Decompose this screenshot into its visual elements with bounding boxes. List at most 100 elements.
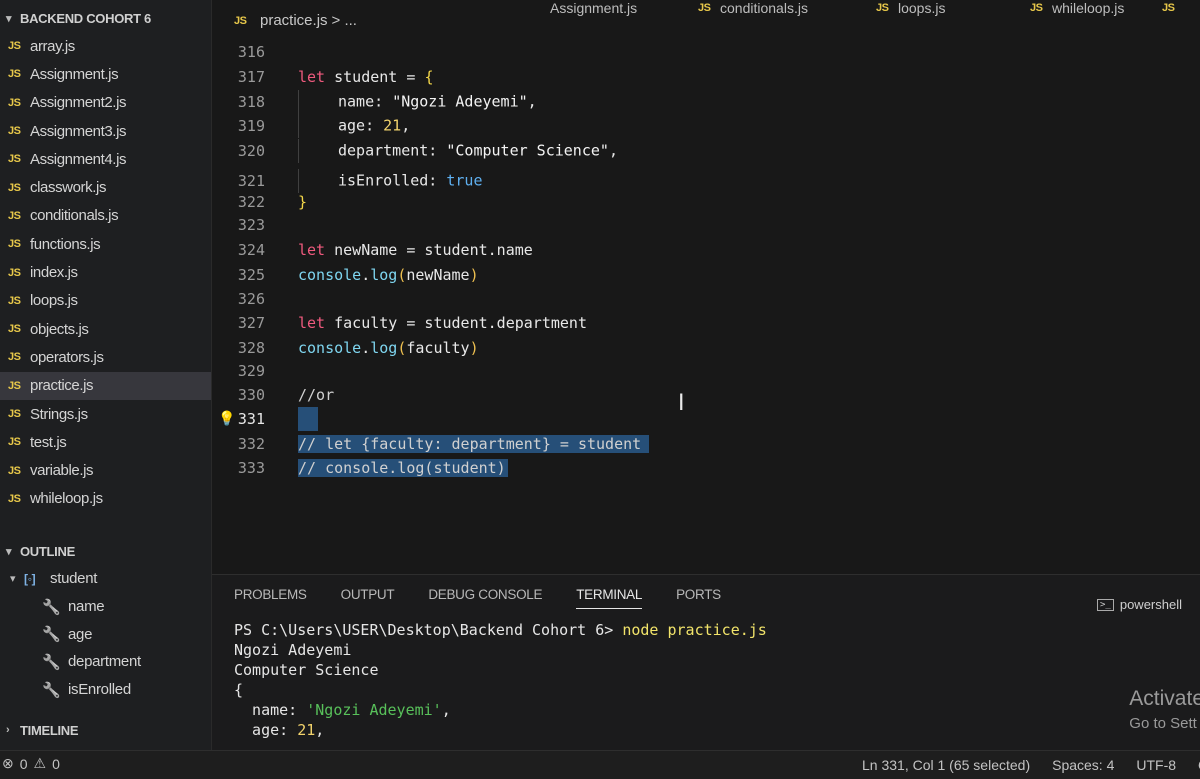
timeline-title: TIMELINE	[20, 722, 79, 738]
code-line: 327 let faculty = student.department	[212, 311, 1200, 335]
text-cursor-icon: I	[678, 391, 685, 416]
timeline-header[interactable]: › TIMELINE	[0, 716, 211, 744]
js-file-icon: JS	[8, 436, 21, 449]
line-number: 327	[237, 314, 265, 332]
outline-children: 🔧 name 🔧 age 🔧 department 🔧 isEnrolled	[0, 593, 211, 704]
file-label: test.js	[30, 433, 67, 451]
js-file-icon: JS	[1162, 2, 1175, 14]
code-text: name: "Ngozi Adeyemi",	[298, 90, 537, 114]
line-number: 316	[237, 43, 265, 61]
lightbulb-icon[interactable]: 💡	[218, 411, 235, 427]
editor-tab-bar: Assignment.js JS conditionals.js JS loop…	[212, 0, 1200, 36]
outline-header[interactable]: ▾ OUTLINE	[0, 537, 211, 565]
cursor-position[interactable]: Ln 331, Col 1 (65 selected)	[862, 757, 1030, 773]
line-number: 333	[237, 459, 265, 477]
file-item[interactable]: JS objects.js	[0, 315, 211, 343]
file-label: Strings.js	[30, 405, 88, 423]
file-label: practice.js	[30, 377, 94, 395]
indentation[interactable]: Spaces: 4	[1052, 757, 1114, 773]
terminal-line: PS C:\Users\USER\Desktop\Backend Cohort …	[234, 621, 767, 641]
file-item[interactable]: JS Strings.js	[0, 400, 211, 428]
outline-item[interactable]: 🔧 isEnrolled	[0, 676, 211, 704]
problems-indicator[interactable]: ⊗ 0 ⚠ 0	[2, 755, 60, 772]
terminal-prompt: PS C:\Users\USER\Desktop\Backend Cohort …	[234, 621, 623, 639]
shell-name: powershell	[1119, 597, 1182, 612]
file-item[interactable]: JS Assignment3.js	[0, 117, 211, 145]
tab-whileloop[interactable]: JS whileloop.js	[1030, 0, 1124, 16]
chevron-right-icon: ›	[6, 724, 10, 736]
line-number: 330	[237, 386, 265, 404]
terminal-shell-selector[interactable]: >_ powershell	[1097, 597, 1182, 612]
code-text: console.log(faculty)	[298, 339, 479, 357]
file-item[interactable]: JS array.js	[0, 32, 211, 60]
terminal-line: {	[234, 681, 244, 699]
file-item[interactable]: JS Assignment4.js	[0, 145, 211, 173]
tab-output[interactable]: OUTPUT	[341, 587, 395, 609]
file-item[interactable]: JS index.js	[0, 258, 211, 286]
outline-item[interactable]: 🔧 department	[0, 648, 211, 676]
outline-root-label: student	[50, 570, 98, 588]
file-label: Assignment2.js	[30, 94, 127, 112]
code-line: 320 department: "Computer Science",	[212, 139, 1200, 163]
tab-overflow[interactable]: JS	[1162, 0, 1184, 16]
code-line: 322 }	[212, 190, 1200, 214]
tab-ports[interactable]: PORTS	[676, 587, 721, 609]
code-text: // console.log(student)	[298, 459, 508, 477]
terminal-output[interactable]: PS C:\Users\USER\Desktop\Backend Cohort …	[234, 621, 767, 741]
file-item[interactable]: JS test.js	[0, 428, 211, 456]
property-icon: 🔧	[42, 598, 61, 616]
file-label: index.js	[30, 264, 78, 282]
outline-item[interactable]: 🔧 name	[0, 593, 211, 621]
code-line: 332 // let {faculty: department} = stude…	[212, 432, 1200, 456]
code-line: 324 let newName = student.name	[212, 238, 1200, 262]
js-file-icon: JS	[8, 40, 21, 53]
tab-terminal[interactable]: TERMINAL	[576, 587, 642, 609]
explorer-header[interactable]: ▾ BACKEND COHORT 6	[0, 4, 211, 32]
file-item[interactable]: JS whileloop.js	[0, 485, 211, 513]
encoding[interactable]: UTF-8	[1136, 757, 1176, 773]
file-item[interactable]: JS Assignment.js	[0, 60, 211, 88]
code-text: let newName = student.name	[298, 241, 533, 259]
code-line: 326	[212, 287, 1200, 311]
js-file-icon: JS	[8, 181, 21, 194]
breadcrumb-rest[interactable]: > ...	[332, 12, 357, 29]
file-item[interactable]: JS functions.js	[0, 230, 211, 258]
breadcrumb-file[interactable]: practice.js	[260, 12, 328, 29]
js-file-icon: JS	[876, 2, 889, 14]
file-item[interactable]: JS conditionals.js	[0, 202, 211, 230]
error-count: 0	[19, 755, 28, 772]
js-file-icon: JS	[8, 238, 21, 251]
file-label: conditionals.js	[30, 207, 119, 225]
file-item[interactable]: JS loops.js	[0, 287, 211, 315]
object-icon: [◦]	[24, 571, 36, 586]
chevron-down-icon: ▾	[6, 12, 12, 25]
js-file-icon: JS	[8, 492, 21, 505]
chevron-down-icon: ▾	[6, 545, 12, 558]
breadcrumb[interactable]: JS practice.js > ...	[234, 12, 357, 29]
tab-problems[interactable]: PROBLEMS	[234, 587, 307, 609]
line-number: 319	[237, 117, 265, 135]
tab-debug-console[interactable]: DEBUG CONSOLE	[428, 587, 542, 609]
property-icon: 🔧	[42, 681, 61, 699]
tab-loops[interactable]: JS loops.js	[876, 0, 945, 16]
tab-assignment[interactable]: Assignment.js	[550, 0, 637, 16]
line-number: 317	[237, 68, 265, 86]
file-item[interactable]: JS operators.js	[0, 343, 211, 371]
file-item[interactable]: JS practice.js	[0, 371, 211, 400]
outline-item-label: name	[68, 598, 105, 616]
js-file-icon: JS	[8, 68, 21, 81]
file-label: objects.js	[30, 320, 89, 338]
code-editor[interactable]: 316 317 let student = { 318 name: "Ngozi…	[212, 36, 1200, 574]
tab-conditionals[interactable]: JS conditionals.js	[698, 0, 808, 16]
file-item[interactable]: JS variable.js	[0, 456, 211, 484]
selection	[298, 407, 318, 431]
code-text: // let {faculty: department} = student	[298, 435, 650, 453]
outline-item-student[interactable]: ▾ [◦] student	[0, 565, 211, 593]
outline-item[interactable]: 🔧 age	[0, 620, 211, 648]
file-item[interactable]: JS classwork.js	[0, 173, 211, 201]
js-file-icon: JS	[8, 153, 21, 166]
file-item[interactable]: JS Assignment2.js	[0, 89, 211, 117]
code-line: 330 //or	[212, 383, 1200, 407]
line-number: 332	[237, 435, 265, 453]
code-text: let student = {	[298, 68, 434, 86]
